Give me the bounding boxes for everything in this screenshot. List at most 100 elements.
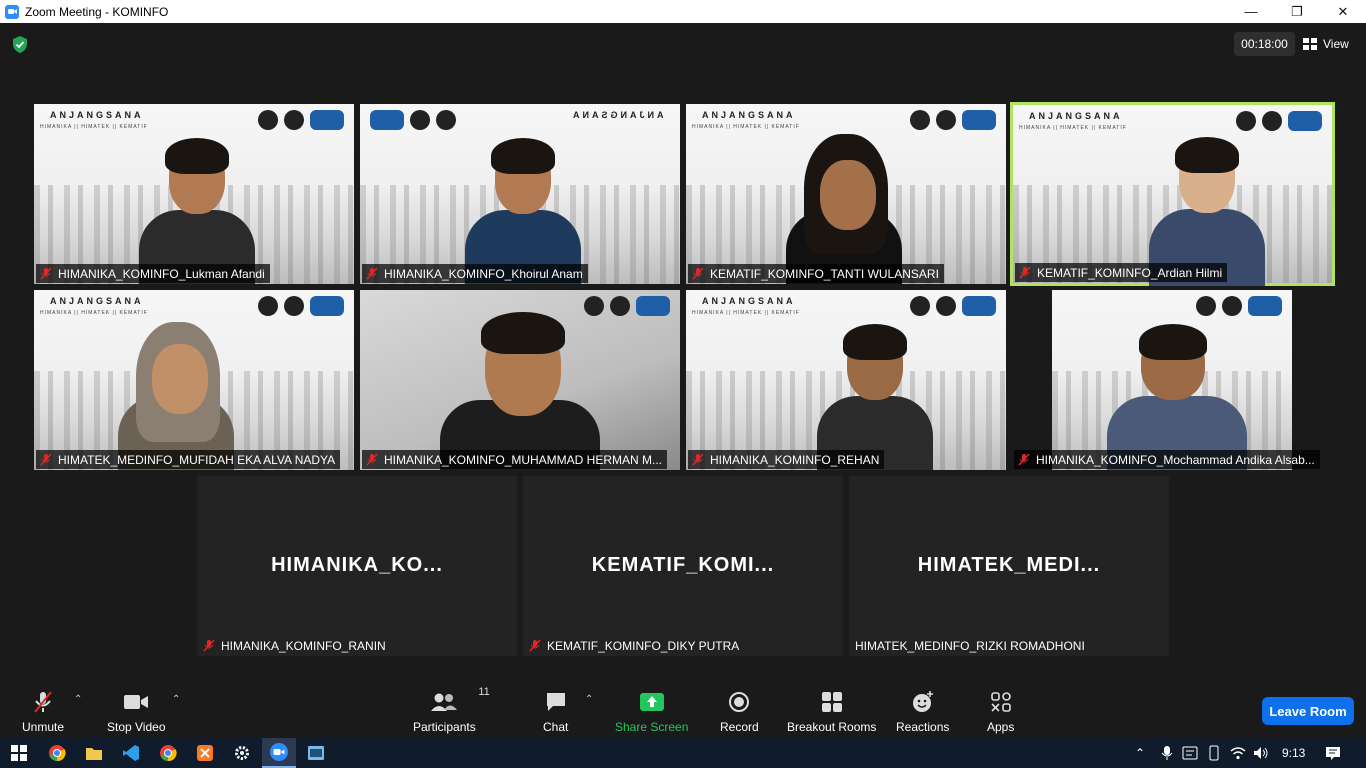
participant-name-label: KEMATIF_KOMINFO_TANTI WULANSARI: [688, 264, 944, 283]
breakout-rooms-button[interactable]: Breakout Rooms: [787, 690, 876, 734]
chat-options-caret[interactable]: ⌃: [585, 694, 593, 705]
apps-button[interactable]: Apps: [987, 690, 1014, 734]
participant-tile-no-video[interactable]: HIMATEK_MEDI... HIMATEK_MEDINFO_RIZKI RO…: [849, 476, 1169, 656]
file-explorer-icon[interactable]: [84, 743, 104, 763]
participant-tile[interactable]: HIMANIKA_KOMINFO_Mochammad Andika Alsab.…: [1012, 290, 1332, 470]
zoom-icon[interactable]: [262, 738, 296, 768]
video-feed: ANJANGSANA: [360, 104, 680, 284]
participants-button[interactable]: 11 Participants: [413, 686, 490, 734]
participant-name-label: HIMANIKA_KOMINFO_Mochammad Andika Alsab.…: [1014, 450, 1320, 469]
participants-count: 11: [478, 686, 490, 698]
banner-subtitle: HIMANIKA || HIMATEK || KEMATIF: [40, 124, 148, 130]
participant-tile[interactable]: ANJANGSANA HIMANIKA || HIMATEK || KEMATI…: [34, 104, 354, 284]
vscode-icon[interactable]: [121, 743, 141, 763]
apps-icon: [990, 692, 1011, 712]
audio-options-caret[interactable]: ⌃: [74, 694, 82, 705]
chrome-icon[interactable]: [47, 743, 67, 763]
muted-mic-icon: [203, 639, 215, 652]
window-title: Zoom Meeting - KOMINFO: [25, 4, 169, 19]
participant-name: HIMANIKA_KOMINFO_Mochammad Andika Alsab.…: [1036, 452, 1315, 467]
participant-display-name: HIMANIKA_KO...: [271, 554, 443, 576]
record-icon: [729, 692, 750, 712]
participant-video: [118, 310, 238, 470]
view-button[interactable]: View: [1303, 32, 1363, 56]
participant-name-label: HIMANIKA_KOMINFO_Khoirul Anam: [362, 264, 588, 283]
video-options-caret[interactable]: ⌃: [172, 694, 180, 705]
unmute-label: Unmute: [22, 720, 65, 734]
video-feed: [1052, 290, 1292, 470]
chat-button[interactable]: Chat: [543, 690, 568, 734]
participant-name-label: HIMATEK_MEDINFO_MUFIDAH EKA ALVA NADYA: [36, 450, 341, 469]
record-button[interactable]: Record: [720, 690, 759, 734]
participant-video: [1107, 310, 1247, 470]
participant-name-label: HIMANIKA_KOMINFO_RANIN: [199, 636, 391, 655]
video-feed: ANJANGSANA HIMANIKA || HIMATEK || KEMATI…: [686, 104, 1006, 284]
banner-title: ANJANGSANA: [1029, 111, 1123, 121]
speaker-icon[interactable]: [1251, 743, 1271, 763]
participant-tile[interactable]: ANJANGSANA HIMANIKA || HIMATEK || KEMATI…: [686, 104, 1006, 284]
notifications-icon[interactable]: [1323, 743, 1343, 763]
muted-mic-icon: [1019, 266, 1031, 279]
maximize-button[interactable]: ❐: [1274, 0, 1320, 23]
minimize-button[interactable]: —: [1228, 0, 1274, 23]
share-screen-button[interactable]: Share Screen: [615, 690, 688, 734]
muted-mic-icon: [692, 267, 704, 280]
input-method-icon[interactable]: [1180, 743, 1200, 763]
settings-icon[interactable]: [232, 743, 252, 763]
muted-mic-icon: [692, 453, 704, 466]
participant-video: [816, 310, 933, 470]
app-icon[interactable]: [306, 743, 326, 763]
participant-tile-no-video[interactable]: KEMATIF_KOMI... KEMATIF_KOMINFO_DIKY PUT…: [523, 476, 843, 656]
banner-title: ANJANGSANA: [702, 110, 796, 120]
reactions-button[interactable]: Reactions: [896, 690, 949, 734]
wifi-icon[interactable]: [1228, 743, 1248, 763]
video-feed: ANJANGSANA HIMANIKA || HIMATEK || KEMATI…: [686, 290, 1006, 470]
participant-name-label: HIMATEK_MEDINFO_RIZKI ROMADHONI: [851, 636, 1090, 655]
org-logos: [584, 296, 670, 316]
microphone-icon[interactable]: [1157, 743, 1177, 763]
stop-video-button[interactable]: Stop Video: [107, 690, 166, 734]
emoji-plus-icon: [912, 691, 933, 712]
unmute-button[interactable]: Unmute: [22, 690, 64, 734]
active-speaker-tile[interactable]: ANJANGSANA HIMANIKA || HIMATEK || KEMATI…: [1010, 102, 1335, 286]
participant-tile[interactable]: HIMANIKA_KOMINFO_MUHAMMAD HERMAN M...: [360, 290, 680, 470]
video-feed: [360, 290, 680, 470]
encryption-shield-icon[interactable]: [11, 35, 29, 54]
participant-tile[interactable]: ANJANGSANA HIMANIKA || HIMATEK || KEMATI…: [686, 290, 1006, 470]
participant-tile[interactable]: ANJANGSANA HIMANIKA_KOMINFO_Khoirul Anam: [360, 104, 680, 284]
chat-bubble-icon: [546, 693, 565, 711]
clock-time[interactable]: 9:13: [1282, 738, 1305, 768]
video-feed: ANJANGSANA HIMANIKA || HIMATEK || KEMATI…: [34, 104, 354, 284]
zoom-logo-icon: [5, 4, 19, 19]
participant-name-label: HIMANIKA_KOMINFO_Lukman Afandi: [36, 264, 270, 283]
muted-mic-icon: [40, 267, 52, 280]
windows-taskbar: ⌃ 9:13: [0, 738, 1366, 768]
participants-icon: [431, 693, 458, 711]
video-feed: ANJANGSANA HIMANIKA || HIMATEK || KEMATI…: [34, 290, 354, 470]
close-button[interactable]: ✕: [1320, 0, 1366, 23]
org-logos: [258, 296, 344, 316]
reactions-label: Reactions: [896, 720, 950, 734]
xampp-icon[interactable]: [195, 743, 215, 763]
breakout-rooms-label: Breakout Rooms: [787, 720, 877, 734]
participant-video: [440, 290, 600, 470]
view-label: View: [1323, 37, 1349, 51]
meeting-timer: 00:18:00: [1234, 32, 1295, 56]
phone-link-icon[interactable]: [1204, 743, 1224, 763]
banner-title: ANJANGSANA: [50, 296, 144, 306]
participant-name-label: HIMANIKA_KOMINFO_REHAN: [688, 450, 885, 469]
chrome-icon[interactable]: [158, 743, 178, 763]
participant-name: HIMANIKA_KOMINFO_Khoirul Anam: [384, 266, 583, 281]
muted-mic-icon: [40, 453, 52, 466]
participant-name: HIMANIKA_KOMINFO_MUHAMMAD HERMAN M...: [384, 452, 663, 467]
grid-view-icon: [1303, 38, 1317, 50]
start-icon[interactable]: [9, 743, 29, 763]
leave-room-button[interactable]: Leave Room: [1262, 697, 1354, 725]
share-screen-icon: [639, 693, 664, 711]
org-logos: [258, 110, 344, 130]
share-screen-label: Share Screen: [615, 720, 689, 734]
banner-subtitle: HIMANIKA || HIMATEK || KEMATIF: [692, 310, 800, 316]
participant-tile-no-video[interactable]: HIMANIKA_KO... HIMANIKA_KOMINFO_RANIN: [197, 476, 517, 656]
participant-tile[interactable]: ANJANGSANA HIMANIKA || HIMATEK || KEMATI…: [34, 290, 354, 470]
show-hidden-icons-icon[interactable]: ⌃: [1135, 738, 1145, 768]
